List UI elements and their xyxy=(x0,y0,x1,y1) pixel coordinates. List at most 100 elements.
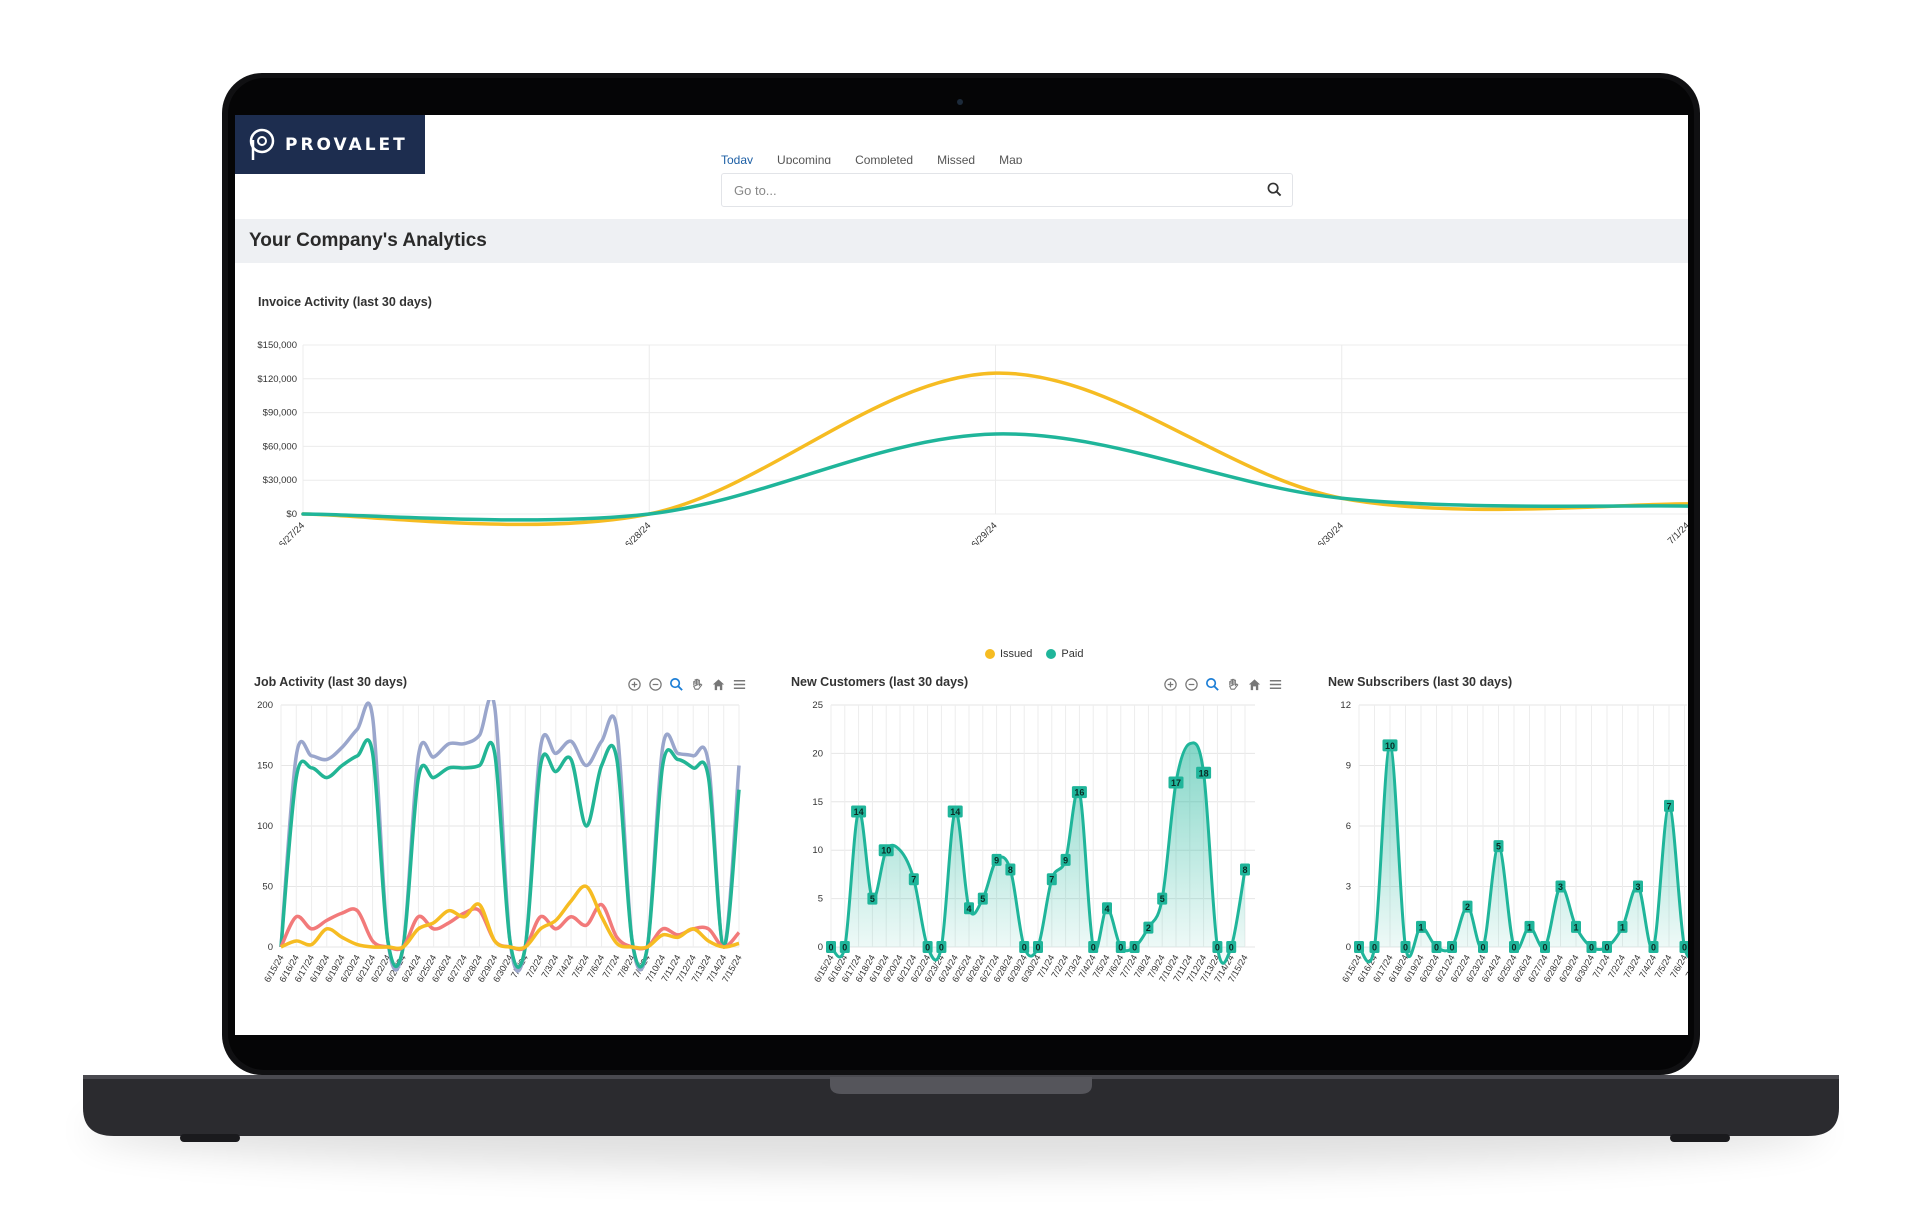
job-activity-chart: 0501001502006/15/246/16/246/17/246/18/24… xyxy=(257,700,744,984)
y-tick-label: 10 xyxy=(812,845,823,856)
data-label-text: 14 xyxy=(950,807,960,817)
pan-hand-icon[interactable] xyxy=(690,677,705,692)
data-label-text: 2 xyxy=(1146,923,1151,933)
x-tick-label: 6/27/24 xyxy=(277,520,307,545)
data-label-text: 1 xyxy=(1527,922,1532,932)
data-label-text: 0 xyxy=(1449,943,1454,953)
data-label-text: 0 xyxy=(1022,943,1027,953)
data-label-text: 0 xyxy=(1403,943,1408,953)
data-label-text: 7 xyxy=(1049,875,1054,885)
data-label: 0 xyxy=(1226,941,1237,953)
tab-map[interactable]: Map xyxy=(999,153,1022,164)
paid-dot-icon xyxy=(1046,649,1057,659)
search-input[interactable] xyxy=(732,174,1236,206)
data-label: 0 xyxy=(1212,941,1223,953)
data-label-text: 0 xyxy=(1604,943,1609,953)
data-label: 0 xyxy=(1088,941,1099,953)
menu-icon[interactable] xyxy=(732,677,747,692)
data-label-text: 0 xyxy=(1372,943,1377,953)
home-icon[interactable] xyxy=(1247,677,1262,692)
y-tick-label: 6 xyxy=(1346,821,1351,832)
data-label-text: 4 xyxy=(966,904,971,914)
data-label: 9 xyxy=(991,853,1002,866)
data-label-text: 7 xyxy=(911,875,916,885)
magnify-icon[interactable] xyxy=(669,677,684,692)
zoom-out-icon[interactable] xyxy=(648,677,663,692)
tab-upcoming[interactable]: Upcoming xyxy=(777,153,831,164)
data-label: 0 xyxy=(1478,941,1488,953)
data-label: 0 xyxy=(1586,941,1597,953)
data-label-text: 0 xyxy=(1215,943,1220,953)
y-tick-label: 15 xyxy=(812,797,823,808)
data-label-text: 2 xyxy=(1465,902,1470,912)
data-label: 1 xyxy=(1416,920,1426,933)
home-icon[interactable] xyxy=(711,677,726,692)
data-label-text: 5 xyxy=(980,894,985,904)
y-tick-label: 100 xyxy=(257,821,273,832)
data-label: 2 xyxy=(1462,900,1473,913)
tab-completed[interactable]: Completed xyxy=(855,153,913,164)
data-label: 5 xyxy=(1157,892,1168,905)
data-label: 4 xyxy=(1102,902,1112,915)
data-label: 0 xyxy=(1648,941,1659,953)
menu-icon[interactable] xyxy=(1268,677,1283,692)
data-label: 0 xyxy=(1679,941,1688,953)
data-label: 5 xyxy=(867,892,878,905)
area-fill xyxy=(1359,745,1688,962)
issued-dot-icon xyxy=(985,649,995,659)
data-label-text: 0 xyxy=(1511,943,1516,953)
x-tick-label: 6/28/24 xyxy=(623,520,653,545)
data-label-text: 0 xyxy=(925,943,930,953)
data-label: 4 xyxy=(964,902,974,915)
data-label-text: 0 xyxy=(1542,943,1547,953)
data-label-text: 0 xyxy=(939,943,944,953)
data-label-text: 0 xyxy=(1682,943,1687,953)
data-label-text: 7 xyxy=(1666,801,1671,811)
data-label-text: 5 xyxy=(1496,842,1501,852)
subscribers-chart-title: New Subscribers (last 30 days) xyxy=(1328,675,1513,689)
customers-chart-title: New Customers (last 30 days) xyxy=(791,675,969,689)
y-tick-label: $90,000 xyxy=(263,408,297,419)
legend-label-paid: Paid xyxy=(1061,648,1084,660)
data-label: 17 xyxy=(1168,776,1184,789)
data-label-text: 9 xyxy=(994,855,999,865)
y-tick-label: 12 xyxy=(1340,700,1351,711)
legend-label-issued: Issued xyxy=(1000,648,1033,660)
data-label: 0 xyxy=(1019,941,1030,953)
y-tick-label: 0 xyxy=(818,942,823,953)
data-label: 0 xyxy=(1115,941,1126,953)
brand-logo[interactable]: PROVALET xyxy=(235,115,425,174)
data-label-text: 0 xyxy=(1035,943,1040,953)
legend-item-issued[interactable]: Issued xyxy=(985,648,1032,660)
search-icon[interactable] xyxy=(1267,182,1282,197)
data-label: 0 xyxy=(1431,941,1442,953)
zoom-out-icon[interactable] xyxy=(1184,677,1199,692)
data-label: 0 xyxy=(1400,941,1411,953)
data-label: 9 xyxy=(1060,853,1071,866)
data-label-text: 1 xyxy=(1573,922,1578,932)
data-label-text: 10 xyxy=(881,846,891,856)
zoom-in-icon[interactable] xyxy=(1163,677,1178,692)
y-tick-label: 20 xyxy=(812,748,823,759)
data-label: 7 xyxy=(1664,799,1674,812)
data-label-text: 3 xyxy=(1635,882,1640,892)
y-tick-label: 5 xyxy=(818,894,823,905)
data-label-text: 10 xyxy=(1385,741,1395,751)
zoom-in-icon[interactable] xyxy=(627,677,642,692)
data-label-text: 0 xyxy=(1651,943,1656,953)
data-label-text: 4 xyxy=(1104,904,1109,914)
data-label-text: 0 xyxy=(1132,943,1137,953)
data-label: 0 xyxy=(1602,941,1612,953)
data-label-text: 8 xyxy=(1242,865,1247,875)
x-tick-label: 7/1/24 xyxy=(1666,520,1688,545)
tab-missed[interactable]: Missed xyxy=(937,153,975,164)
tab-today[interactable]: Today xyxy=(721,153,753,164)
magnify-icon[interactable] xyxy=(1205,677,1220,692)
data-label-text: 5 xyxy=(1160,894,1165,904)
legend-item-paid[interactable]: Paid xyxy=(1046,648,1083,660)
y-tick-label: 150 xyxy=(257,761,273,772)
x-tick-label: 6/29/24 xyxy=(969,520,999,545)
pan-hand-icon[interactable] xyxy=(1226,677,1241,692)
y-tick-label: $30,000 xyxy=(263,475,297,486)
data-label-text: 0 xyxy=(1091,943,1096,953)
